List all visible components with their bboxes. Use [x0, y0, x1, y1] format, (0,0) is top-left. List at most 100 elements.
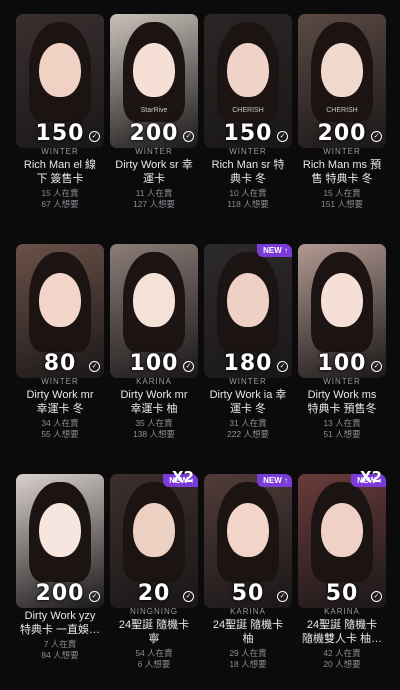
photocard-image[interactable]: 200 ✓ — [16, 474, 104, 608]
sellers-count: 15 人在賣 — [323, 188, 361, 198]
listing-title[interactable]: 24聖誕 隨機卡寧 — [110, 618, 198, 646]
listing-stats: 35 人在賣 138 人想要 — [110, 418, 198, 439]
sellers-count: 7 人在賣 — [43, 639, 77, 649]
wanters-count: 67 人想要 — [41, 198, 79, 209]
listing-title-line2: 下 簽售卡 — [36, 173, 84, 185]
listing-title-line1: Rich Man ms 預 — [302, 159, 382, 171]
sellers-count: 42 人在賣 — [323, 648, 361, 658]
member-name: WINTER — [41, 377, 79, 386]
photocard-listing[interactable]: 80 ✓ WINTER Dirty Work mr 幸運卡 冬 34 人在賣 55 人想要 — [16, 244, 104, 439]
listing-title[interactable]: Rich Man ms 預售 特典卡 冬 — [298, 158, 386, 186]
listing-title-line1: Dirty Work yzy — [24, 610, 96, 622]
listing-title[interactable]: Rich Man sr 特典卡 冬 — [204, 158, 292, 186]
listing-title[interactable]: Dirty Work mr 幸運卡 柚 — [110, 388, 198, 416]
wanters-count: 6 人想要 — [137, 658, 171, 669]
new-badge: NEW ↑ — [257, 474, 292, 487]
listing-title-line1: Rich Man sr 特 — [211, 159, 285, 171]
member-name: WINTER — [229, 147, 267, 156]
listing-title[interactable]: Dirty Work ia 幸運卡 冬 — [204, 388, 292, 416]
new-badge: NEW ↑ — [257, 244, 292, 257]
listing-stats: 15 人在賣 67 人想要 — [16, 188, 104, 209]
photocard-image[interactable]: NEW ↑ 50 ✓ — [204, 474, 292, 608]
listing-title[interactable]: Dirty Work mr 幸運卡 冬 — [16, 388, 104, 416]
listing-title[interactable]: 24聖誕 隨機卡 隨機雙人卡 柚… — [298, 618, 386, 646]
wanters-count: 20 人想要 — [323, 658, 361, 669]
listing-title-line1: Dirty Work mr — [120, 389, 188, 401]
photocard-listing[interactable]: CHERISH 200 ✓ WINTER Rich Man ms 預售 特典卡 冬 15 … — [298, 14, 386, 209]
photocard-listing[interactable]: CHERISH 150 ✓ WINTER Rich Man sr 特典卡 冬 10 人在賣… — [204, 14, 292, 209]
photocard-image[interactable]: NEW ↑ 50 ✓ — [298, 474, 386, 608]
check-icon: ✓ — [89, 361, 100, 372]
listing-title-line2: 幸運卡 冬 — [36, 403, 84, 415]
listing-title[interactable]: Rich Man el 線下 簽售卡 — [16, 158, 104, 186]
check-icon: ✓ — [277, 131, 288, 142]
check-icon: ✓ — [89, 131, 100, 142]
photocard-listing[interactable]: NEW ↑ 180 ✓ WINTER Dirty Work ia 幸運卡 冬 31 人在賣… — [204, 244, 292, 439]
wanters-count: 84 人想要 — [41, 649, 79, 660]
photocard-listing[interactable]: 200 ✓ Dirty Work yzy 特典卡 一直娛… 7 人在賣 84 人想要 — [16, 474, 104, 660]
listing-title-line2: 寧 — [148, 633, 160, 645]
member-name: KARINA — [324, 607, 360, 616]
listing-stats: 15 人在賣 151 人想要 — [298, 188, 386, 209]
photocard-image[interactable]: 100 ✓ — [110, 244, 198, 378]
card-grid: 150 ✓ WINTER Rich Man el 線下 簽售卡 15 人在賣 67 人想要… — [0, 0, 400, 690]
listing-title[interactable]: Dirty Work yzy 特典卡 一直娛… — [16, 609, 104, 637]
photocard-image[interactable]: CHERISH 200 ✓ — [298, 14, 386, 148]
check-icon: ✓ — [277, 361, 288, 372]
listing-title-line2: 特典卡 預售冬 — [307, 403, 377, 415]
wanters-count: 222 人想要 — [226, 428, 270, 439]
check-icon: ✓ — [183, 361, 194, 372]
photocard-listing[interactable]: 100 ✓ WINTER Dirty Work ms 特典卡 預售冬 13 人在賣 51 人… — [298, 244, 386, 439]
wanters-count: 55 人想要 — [41, 428, 79, 439]
listing-title-line1: Dirty Work mr — [26, 389, 94, 401]
check-icon: ✓ — [371, 361, 382, 372]
listing-stats: 54 人在賣 6 人想要 — [110, 648, 198, 669]
wanters-count: 118 人想要 — [227, 198, 269, 209]
member-name: WINTER — [135, 147, 173, 156]
photocard-listing[interactable]: NEW ↑ 50 ✓ KARINA 24聖誕 隨機卡柚 29 人在賣 18 人想要 — [204, 474, 292, 669]
check-icon: ✓ — [89, 591, 100, 602]
wanters-count: 18 人想要 — [229, 658, 267, 669]
check-icon: ✓ — [183, 131, 194, 142]
check-icon: ✓ — [371, 591, 382, 602]
photocard-listing[interactable]: NEW ↑ 20 ✓ X2 NINGNING 24聖誕 隨機卡寧 54 人在賣 6 人想要 — [110, 468, 198, 669]
wanters-count: 127 人想要 — [132, 198, 176, 209]
listing-title-line1: Dirty Work ms — [307, 389, 377, 401]
photocard-image[interactable]: 150 ✓ — [16, 14, 104, 148]
sellers-count: 11 人在賣 — [135, 188, 173, 198]
listing-title[interactable]: Dirty Work ms 特典卡 預售冬 — [298, 388, 386, 416]
photocard-image[interactable]: NEW ↑ 20 ✓ — [110, 474, 198, 608]
photocard-listing[interactable]: NEW ↑ 50 ✓ X2 KARINA 24聖誕 隨機卡 隨機雙人卡 柚… 42 人在賣 20… — [298, 468, 386, 669]
check-icon: ✓ — [371, 131, 382, 142]
listing-stats: 34 人在賣 55 人想要 — [16, 418, 104, 439]
check-icon: ✓ — [183, 591, 194, 602]
photocard-image[interactable]: 80 ✓ — [16, 244, 104, 378]
listing-title-line1: Dirty Work sr 幸 — [115, 159, 193, 171]
wanters-count: 138 人想要 — [132, 428, 176, 439]
watermark-text: StarRive — [140, 107, 168, 114]
listing-title-line2: 運卡 — [143, 173, 165, 185]
member-name: WINTER — [323, 377, 361, 386]
photocard-image[interactable]: 100 ✓ — [298, 244, 386, 378]
photocard-listing[interactable]: StarRive 200 ✓ WINTER Dirty Work sr 幸運卡 11 人在… — [110, 14, 198, 209]
listing-stats: 31 人在賣 222 人想要 — [204, 418, 292, 439]
listing-stats: 11 人在賣 127 人想要 — [110, 188, 198, 209]
listing-title-line2: 售 特典卡 冬 — [311, 173, 373, 185]
sellers-count: 35 人在賣 — [135, 418, 173, 428]
listing-title[interactable]: Dirty Work sr 幸運卡 — [110, 158, 198, 186]
photocard-listing[interactable]: 150 ✓ WINTER Rich Man el 線下 簽售卡 15 人在賣 67 人想要 — [16, 14, 104, 209]
member-name: WINTER — [323, 147, 361, 156]
photocard-image[interactable]: CHERISH 150 ✓ — [204, 14, 292, 148]
watermark-text: CHERISH — [326, 107, 358, 114]
wanters-count: 51 人想要 — [323, 428, 361, 439]
member-name: WINTER — [41, 147, 79, 156]
member-name: WINTER — [229, 377, 267, 386]
listing-title-line1: Rich Man el 線 — [23, 159, 97, 171]
sellers-count: 34 人在賣 — [41, 418, 79, 428]
quantity-mark: X2 — [171, 468, 194, 486]
photocard-image[interactable]: StarRive 200 ✓ — [110, 14, 198, 148]
photocard-image[interactable]: NEW ↑ 180 ✓ — [204, 244, 292, 378]
photocard-listing[interactable]: 100 ✓ KARINA Dirty Work mr 幸運卡 柚 35 人在賣 138 人想… — [110, 244, 198, 439]
listing-title-line2: 柚 — [242, 633, 254, 645]
listing-title[interactable]: 24聖誕 隨機卡柚 — [204, 618, 292, 646]
